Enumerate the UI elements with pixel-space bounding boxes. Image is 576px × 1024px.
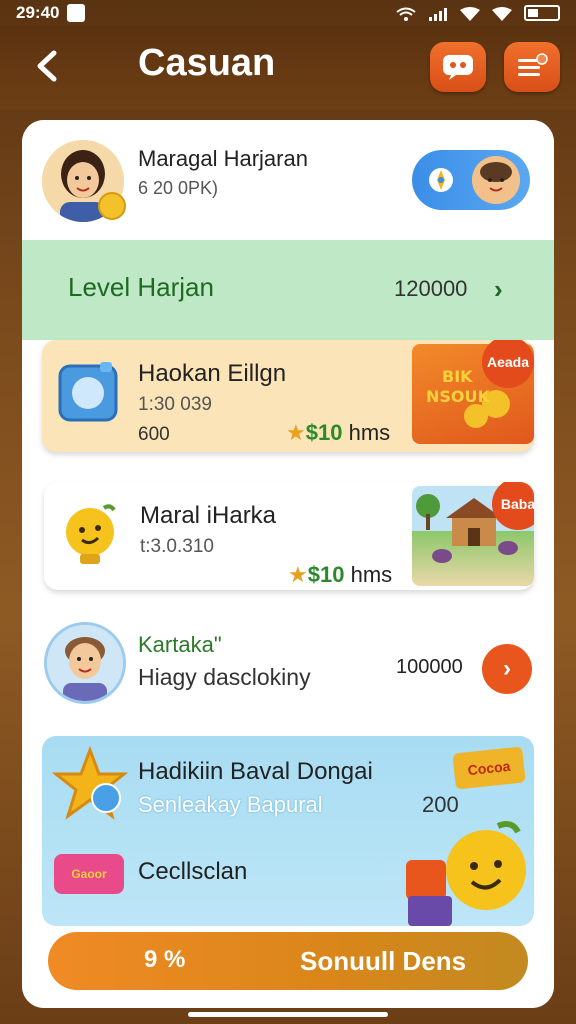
chat-button[interactable] (430, 42, 486, 92)
app-header: Casuan (0, 26, 576, 110)
photo-frame-icon (56, 360, 122, 426)
main-panel: Maragal Harjaran 6 20 0PK) Level Harjan … (22, 120, 554, 1008)
gift-icon: Gaoor (54, 854, 124, 894)
star-badge-icon (52, 746, 128, 820)
action-percent: 9 % (144, 946, 186, 973)
back-button[interactable] (30, 46, 66, 86)
home-indicator[interactable] (188, 1012, 388, 1017)
friend-subtitle: Hiagy dasclokiny (138, 664, 311, 690)
promo-subtitle: Senleakay Bapural (138, 792, 323, 817)
reward-value-2: $10 (307, 562, 345, 587)
profile-name: Maragal Harjaran (138, 146, 308, 171)
promo-tag: Cocoa (452, 746, 526, 790)
status-time: 29:40 (16, 3, 60, 22)
star-icon: ★ (288, 562, 308, 587)
level-row[interactable]: Level Harjan 120000 › (22, 240, 554, 340)
wifi-icon (396, 6, 416, 21)
chevron-right-icon: › (494, 274, 503, 304)
friend-avatar-icon (472, 156, 520, 204)
card-reward-2: ★$10 hms (288, 562, 392, 588)
reward-unit: hms (348, 420, 391, 445)
level-label: Level Harjan (68, 272, 214, 302)
quest-card-2[interactable]: Maral iHarka t:3.0.310 ★$10 hms Baba (44, 482, 534, 590)
promo-item: Cecllsclan (138, 858, 248, 885)
card-title-2: Maral iHarka (140, 502, 277, 529)
quest-card[interactable]: Haokan Eillgn 1:30 039 600 ★$10 hms BIK N… (42, 340, 534, 452)
signal-icon (428, 6, 448, 21)
card-subtitle-2: t:3.0.310 (140, 536, 214, 557)
level-value: 120000 (394, 276, 468, 301)
chevron-right-icon: › (503, 655, 511, 682)
card-subtitle: 1:30 039 (138, 394, 212, 415)
card-price: 600 (138, 424, 170, 445)
battery-icon (524, 5, 560, 21)
friend-go-button[interactable]: › (482, 644, 532, 694)
boy-avatar-icon (47, 625, 123, 701)
friend-row[interactable]: Kartaka" Hiagy dasclokiny 100000 › (22, 608, 554, 712)
primary-action-button[interactable]: 9 % Sonuull Dens (48, 932, 528, 990)
profile-row[interactable]: Maragal Harjaran 6 20 0PK) (22, 120, 554, 240)
svg-text:BIK: BIK (442, 367, 473, 386)
friend-title: Kartaka" (138, 632, 222, 657)
reward-value: $10 (305, 420, 343, 445)
reward-unit-2: hms (350, 562, 393, 587)
promo-value: 200 (422, 792, 459, 817)
friend-pill-button[interactable] (412, 150, 530, 210)
svg-text:NSOUK: NSOUK (426, 387, 491, 406)
coin-icon (98, 192, 126, 220)
star-icon: ★ (286, 420, 306, 445)
notification-icon (67, 4, 86, 22)
wifi-icon-2 (460, 6, 480, 21)
friend-avatar (44, 622, 126, 704)
friend-value: 100000 (396, 656, 463, 678)
card-title: Haokan Eillgn (138, 360, 287, 387)
bottom-bar: 9 % Sonuull Dens (22, 932, 554, 1008)
wifi-icon-3 (492, 6, 512, 21)
chevron-left-icon (37, 50, 57, 82)
card-reward: ★$10 hms (286, 420, 390, 446)
lightbulb-icon (58, 502, 124, 568)
menu-button[interactable] (504, 42, 560, 92)
action-label: Sonuull Dens (300, 946, 467, 976)
menu-icon (518, 53, 548, 76)
compass-icon (429, 168, 453, 192)
status-bar: 29:40 (0, 0, 576, 26)
promo-title: Hadikiin Baval Dongai (138, 758, 373, 785)
chat-icon (443, 55, 473, 80)
mascot-bulb-icon (406, 821, 526, 926)
promo-banner[interactable]: Hadikiin Baval Dongai Senleakay Bapural … (42, 736, 534, 926)
page-title: Casuan (138, 42, 276, 84)
profile-subtitle: 6 20 0PK) (138, 178, 219, 198)
